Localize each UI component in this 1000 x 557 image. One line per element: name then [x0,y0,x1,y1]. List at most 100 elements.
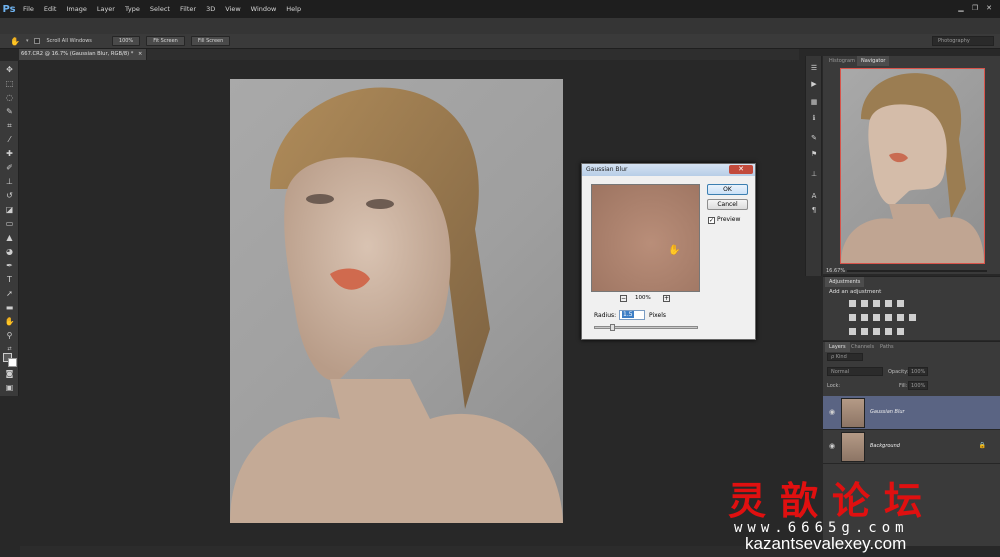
menu-image[interactable]: Image [61,5,91,13]
tab-layers[interactable]: Layers [825,342,850,352]
restore-icon[interactable]: ❐ [970,4,980,13]
color-lookup-icon[interactable] [909,314,916,321]
brush-tool-icon[interactable]: ✐ [4,163,15,172]
fill-screen-button[interactable]: Fill Screen [190,36,231,46]
layer-row[interactable]: ◉ Background 🔒 [823,430,1000,464]
fit-screen-button[interactable]: Fit Screen [146,36,185,46]
tool-preset-chevron-icon[interactable]: ▾ [26,38,29,44]
vibrance-icon[interactable] [897,300,904,307]
ok-button[interactable]: OK [707,184,748,195]
history-brush-tool-icon[interactable]: ↺ [4,191,15,200]
blend-mode-select[interactable]: Normal [827,367,883,376]
tool-presets-icon[interactable]: ⚑ [809,150,819,158]
dialog-close-button[interactable]: ✕ [729,165,753,174]
move-tool-icon[interactable]: ✥ [4,65,15,74]
gradient-tool-icon[interactable]: ▭ [4,219,15,228]
color-panel-icon[interactable]: ▦ [809,98,819,106]
hand-tool-icon[interactable]: ✋ [4,317,15,326]
exposure-icon[interactable] [885,300,892,307]
menu-select[interactable]: Select [145,5,175,13]
type-tool-icon[interactable]: T [4,275,15,284]
selective-color-icon[interactable] [897,328,904,335]
brush-panel-icon[interactable]: ✎ [809,134,819,142]
shape-tool-icon[interactable]: ▬ [4,303,15,312]
close-icon[interactable]: ✕ [984,4,994,13]
paragraph-panel-icon[interactable]: ¶ [809,206,819,214]
menu-layer[interactable]: Layer [92,5,120,13]
zoom-tool-icon[interactable]: ⚲ [4,331,15,340]
dodge-tool-icon[interactable]: ◕ [4,247,15,256]
radius-slider-thumb[interactable] [610,324,615,331]
black-white-icon[interactable] [873,314,880,321]
visibility-eye-icon[interactable]: ◉ [829,408,835,416]
preview-checkbox[interactable]: ✓ [708,217,715,224]
levels-icon[interactable] [861,300,868,307]
color-balance-icon[interactable] [861,314,868,321]
zoom-100-button[interactable]: 100% [111,36,141,46]
zoom-in-button[interactable]: + [663,295,670,302]
screen-mode-icon[interactable]: ▣ [4,383,15,392]
radius-input[interactable]: 1.5 [619,310,645,320]
invert-icon[interactable] [849,328,856,335]
menu-3d[interactable]: 3D [201,5,220,13]
navigator-thumbnail[interactable] [840,68,985,264]
pen-tool-icon[interactable]: ✒ [4,261,15,270]
tab-paths[interactable]: Paths [876,342,898,352]
scroll-all-windows-checkbox[interactable] [34,38,41,44]
threshold-icon[interactable] [873,328,880,335]
blur-tool-icon[interactable]: ▲ [4,233,15,242]
hue-saturation-icon[interactable] [849,314,856,321]
quick-select-tool-icon[interactable]: ✎ [4,107,15,116]
clone-stamp-tool-icon[interactable]: ⊥ [4,177,15,186]
document-photo[interactable] [230,79,563,523]
channel-mixer-icon[interactable] [897,314,904,321]
navigator-zoom-slider[interactable] [847,270,987,272]
status-bar [20,546,820,557]
brightness-contrast-icon[interactable] [849,300,856,307]
eraser-tool-icon[interactable]: ◪ [4,205,15,214]
layer-name: Gaussian Blur [870,409,905,415]
info-panel-icon[interactable]: ℹ [809,114,819,122]
path-select-tool-icon[interactable]: ➚ [4,289,15,298]
menu-type[interactable]: Type [120,5,145,13]
blur-preview-area[interactable] [591,184,700,292]
menu-file[interactable]: File [18,5,39,13]
menu-view[interactable]: View [220,5,245,13]
background-color-swatch[interactable] [8,358,17,367]
menu-edit[interactable]: Edit [39,5,62,13]
curves-icon[interactable] [873,300,880,307]
navigator-zoom-value[interactable]: 16.67% [826,268,845,274]
layer-row[interactable]: ◉ Gaussian Blur [823,396,1000,430]
minimize-icon[interactable]: ▁ [956,4,966,13]
actions-panel-icon[interactable]: ▶ [809,80,819,88]
crop-tool-icon[interactable]: ⌗ [4,121,15,130]
quick-mask-icon[interactable]: ◙ [4,369,15,378]
clone-source-icon[interactable]: ⊥ [809,170,819,178]
workspace-select[interactable]: Photography [932,36,994,46]
menu-help[interactable]: Help [281,5,306,13]
opacity-input[interactable]: 100% [908,367,928,376]
fill-input[interactable]: 100% [908,381,928,390]
cancel-button[interactable]: Cancel [707,199,748,210]
character-panel-icon[interactable]: A [809,192,819,200]
visibility-eye-icon[interactable]: ◉ [829,442,835,450]
zoom-out-button[interactable]: − [620,295,627,302]
eyedropper-tool-icon[interactable]: ⁄ [4,135,15,144]
layer-kind-filter[interactable]: ρ Kind [827,353,863,361]
close-tab-icon[interactable]: × [138,51,142,57]
tab-navigator[interactable]: Navigator [857,56,890,66]
tab-histogram[interactable]: Histogram [825,56,859,66]
gradient-map-icon[interactable] [885,328,892,335]
menu-window[interactable]: Window [246,5,282,13]
photo-filter-icon[interactable] [885,314,892,321]
history-panel-icon[interactable]: ☰ [809,64,819,72]
document-tab[interactable]: 667.CR2 @ 16.7% (Gaussian Blur, RGB/8) *… [19,49,147,60]
tab-adjustments[interactable]: Adjustments [825,277,865,287]
healing-tool-icon[interactable]: ✚ [4,149,15,158]
marquee-tool-icon[interactable]: ⬚ [4,79,15,88]
tab-channels[interactable]: Channels [847,342,878,352]
menu-filter[interactable]: Filter [175,5,201,13]
lasso-tool-icon[interactable]: ◌ [4,93,15,102]
posterize-icon[interactable] [861,328,868,335]
hand-tool-icon[interactable]: ✋ [10,37,20,46]
